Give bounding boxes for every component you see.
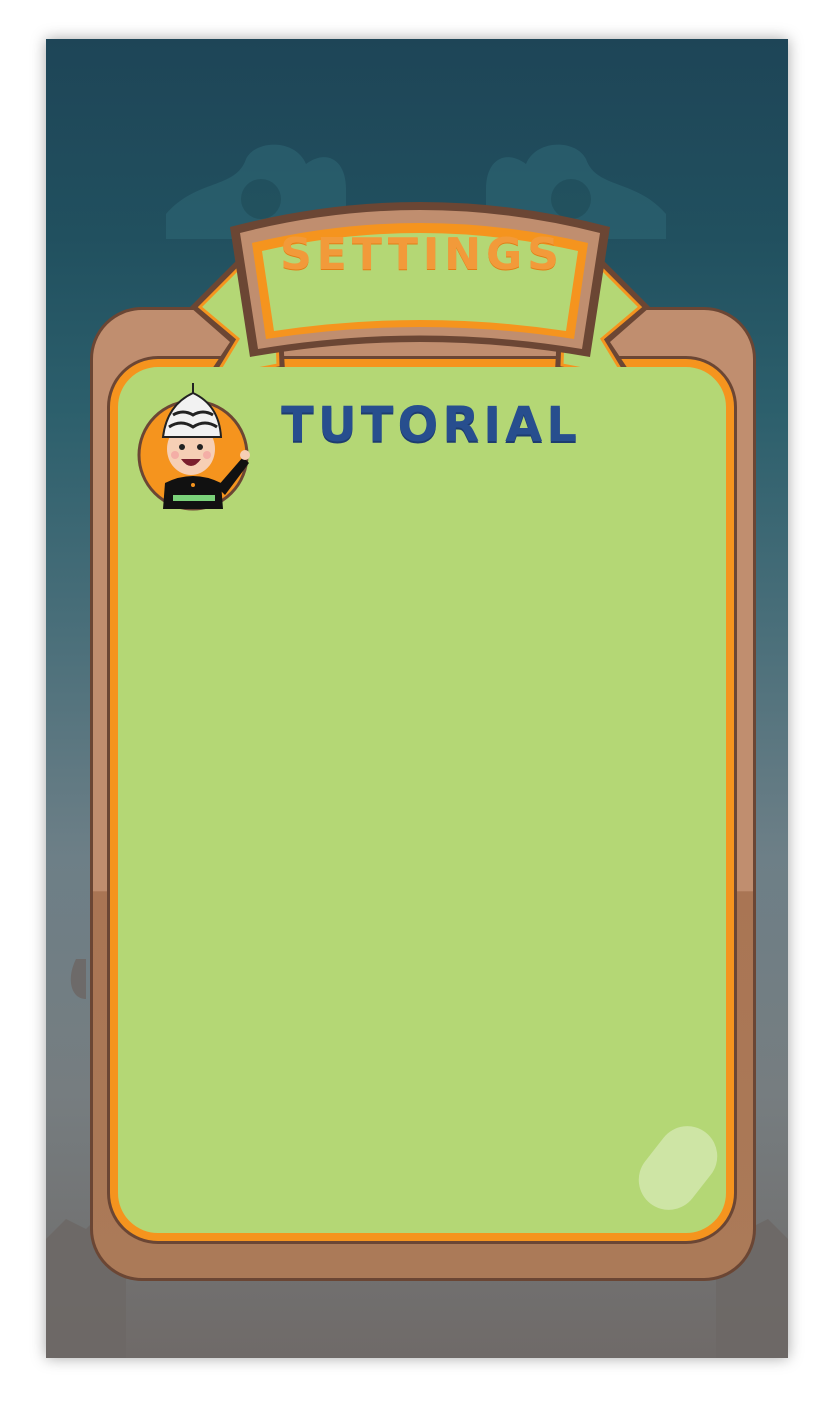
character-avatar-icon[interactable] — [135, 383, 251, 513]
tutorial-title: TUTORIAL — [281, 397, 581, 453]
game-screen: SETTINGS TUTORIAL — [46, 39, 788, 1358]
settings-title: SETTINGS — [280, 229, 564, 280]
panel-shine — [626, 1114, 730, 1222]
